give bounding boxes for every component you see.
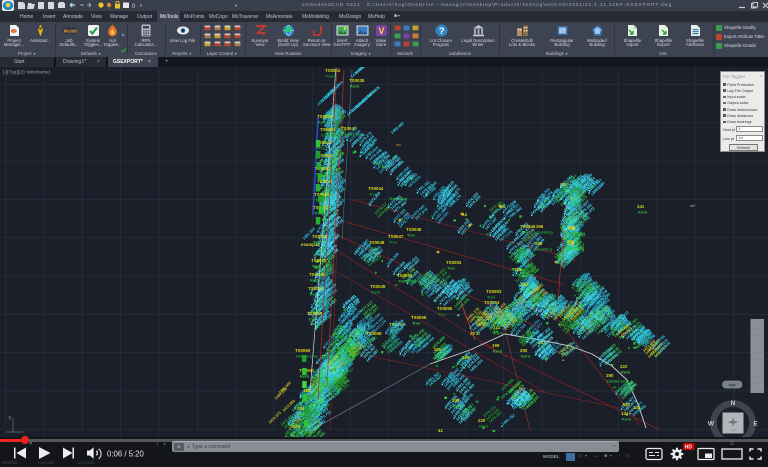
- svg-text:0:06 / 5:20: 0:06 / 5:20: [107, 449, 145, 458]
- svg-text:Karb: Karb: [479, 424, 489, 429]
- svg-text:TS0053: TS0053: [486, 289, 502, 294]
- svg-text:250: 250: [567, 239, 575, 244]
- svg-text:Kerb: Kerb: [453, 404, 463, 409]
- svg-text:Tree: Tree: [447, 266, 456, 271]
- svg-text:TS0050: TS0050: [308, 286, 324, 291]
- svg-text:Tree: Tree: [312, 264, 321, 269]
- svg-text:TS0048: TS0048: [406, 227, 422, 232]
- svg-text:Karb: Karb: [310, 278, 320, 283]
- svg-text:256: 256: [568, 226, 576, 231]
- svg-text:TS0039: TS0039: [317, 114, 333, 119]
- svg-text:TOP: TOP: [729, 383, 737, 387]
- svg-text:Building: Building: [568, 245, 585, 250]
- svg-text:V: V: [378, 26, 384, 36]
- svg-text:TS0049: TS0049: [309, 272, 325, 277]
- svg-text:TOP: TOP: [730, 429, 737, 433]
- svg-text:Karb: Karb: [318, 120, 328, 125]
- svg-text:Karb: Karb: [371, 290, 381, 295]
- svg-text:183: 183: [297, 406, 305, 411]
- svg-text:TS0044: TS0044: [368, 186, 384, 191]
- svg-text:TS0055: TS0055: [437, 306, 453, 311]
- svg-text:TS0050: TS0050: [312, 234, 328, 239]
- svg-text:Tree: Tree: [435, 353, 444, 358]
- svg-text:189: 189: [462, 355, 470, 360]
- svg-text:222: 222: [620, 364, 628, 369]
- svg-text:Tree: Tree: [313, 240, 322, 245]
- svg-text:A30: A30: [622, 402, 631, 407]
- svg-text:Fence: Fence: [515, 273, 527, 278]
- svg-text:st!: st!: [396, 142, 401, 147]
- svg-text:TS0062: TS0062: [325, 68, 341, 73]
- svg-text:188: 188: [303, 388, 311, 393]
- svg-text:762: 762: [514, 267, 522, 272]
- svg-text:241: 241: [637, 204, 645, 209]
- svg-text:Kerb: Kerb: [622, 417, 632, 422]
- svg-text:266: 266: [536, 224, 544, 229]
- svg-text:290: 290: [606, 373, 614, 378]
- svg-text:144: 144: [621, 411, 629, 416]
- svg-text:143: 143: [633, 405, 641, 410]
- svg-text:N: N: [731, 400, 736, 407]
- svg-text:41: 41: [438, 428, 443, 433]
- svg-text:Building: Building: [536, 247, 553, 252]
- svg-text:TS0060: TS0060: [295, 348, 311, 353]
- svg-text:220: 220: [478, 418, 486, 423]
- svg-text:TS0048: TS0048: [369, 240, 385, 245]
- svg-text:Tree: Tree: [438, 312, 447, 317]
- svg-text:Centre Line: Centre Line: [298, 412, 321, 417]
- svg-text:Tree: Tree: [407, 233, 416, 238]
- svg-text:Y: Y: [8, 416, 12, 422]
- svg-text:Tree: Tree: [412, 321, 421, 326]
- svg-text:Building: Building: [537, 230, 554, 235]
- svg-text:TS0059: TS0059: [397, 273, 413, 278]
- svg-text:250: 250: [434, 347, 442, 352]
- svg-text:W: W: [708, 421, 715, 428]
- svg-text:TS0056: TS0056: [411, 315, 427, 320]
- svg-text:200: 200: [520, 348, 528, 353]
- svg-text:Kerb: Kerb: [621, 370, 631, 375]
- svg-text:TrafficSig: TrafficSig: [398, 279, 417, 284]
- svg-text:Building: Building: [569, 232, 586, 237]
- svg-text:TS0047: TS0047: [388, 234, 404, 239]
- svg-text:Kerb: Kerb: [638, 210, 648, 215]
- svg-text:TS0053: TS0053: [446, 260, 462, 265]
- svg-text:TS0038: TS0038: [349, 78, 365, 83]
- svg-text:st!: st!: [690, 203, 695, 208]
- svg-text:[-][Top][2D Wireframe]: [-][Top][2D Wireframe]: [3, 70, 50, 76]
- svg-text:Tree: Tree: [389, 240, 398, 245]
- svg-text:?: ?: [438, 26, 444, 37]
- svg-text:209: 209: [452, 398, 460, 403]
- svg-text:0: 0: [132, 4, 136, 10]
- svg-text:MsJob: MsJob: [63, 28, 76, 33]
- svg-text:TS0061: TS0061: [299, 368, 315, 373]
- svg-text:TS0045: TS0045: [520, 224, 536, 229]
- svg-text:Tree: Tree: [370, 246, 379, 251]
- svg-text:E: E: [753, 421, 758, 428]
- svg-text:TS0049: TS0049: [370, 284, 386, 289]
- svg-text:268: 268: [535, 241, 543, 246]
- svg-text:Centre Line: Centre Line: [607, 379, 630, 384]
- svg-text:TS0049: TS0049: [307, 311, 323, 316]
- svg-text:HD: HD: [685, 444, 693, 450]
- svg-text:199: 199: [492, 343, 500, 348]
- svg-text:TS0051: TS0051: [311, 258, 327, 263]
- svg-text:Tree: Tree: [521, 230, 530, 235]
- svg-text:Kerb: Kerb: [350, 84, 360, 89]
- svg-text:Tree: Tree: [487, 295, 496, 300]
- svg-text:Kerb: Kerb: [493, 349, 503, 354]
- svg-text:Kerb: Kerb: [294, 430, 304, 435]
- svg-text:Centre Line: Centre Line: [296, 354, 319, 359]
- svg-text:Karb: Karb: [521, 354, 531, 359]
- svg-text:Tree: Tree: [309, 292, 318, 297]
